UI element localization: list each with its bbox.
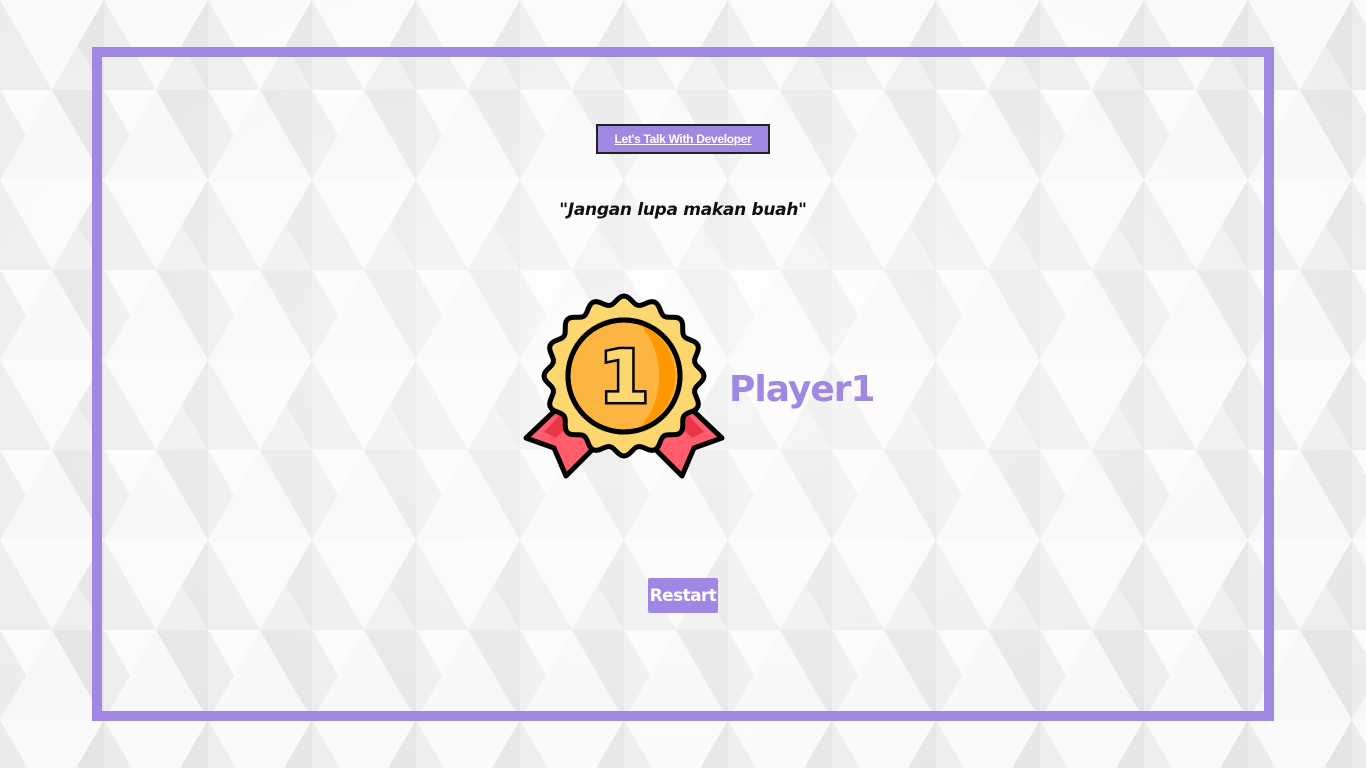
restart-button[interactable]: Restart [648,578,718,613]
quote-text: "Jangan lupa makan buah" [559,200,807,220]
medal-number: 1 [599,335,649,419]
talk-with-developer-button[interactable]: Let's Talk With Developer [596,124,770,154]
winner-name: Player1 [729,369,876,410]
first-place-medal-icon: 1 [523,293,725,479]
